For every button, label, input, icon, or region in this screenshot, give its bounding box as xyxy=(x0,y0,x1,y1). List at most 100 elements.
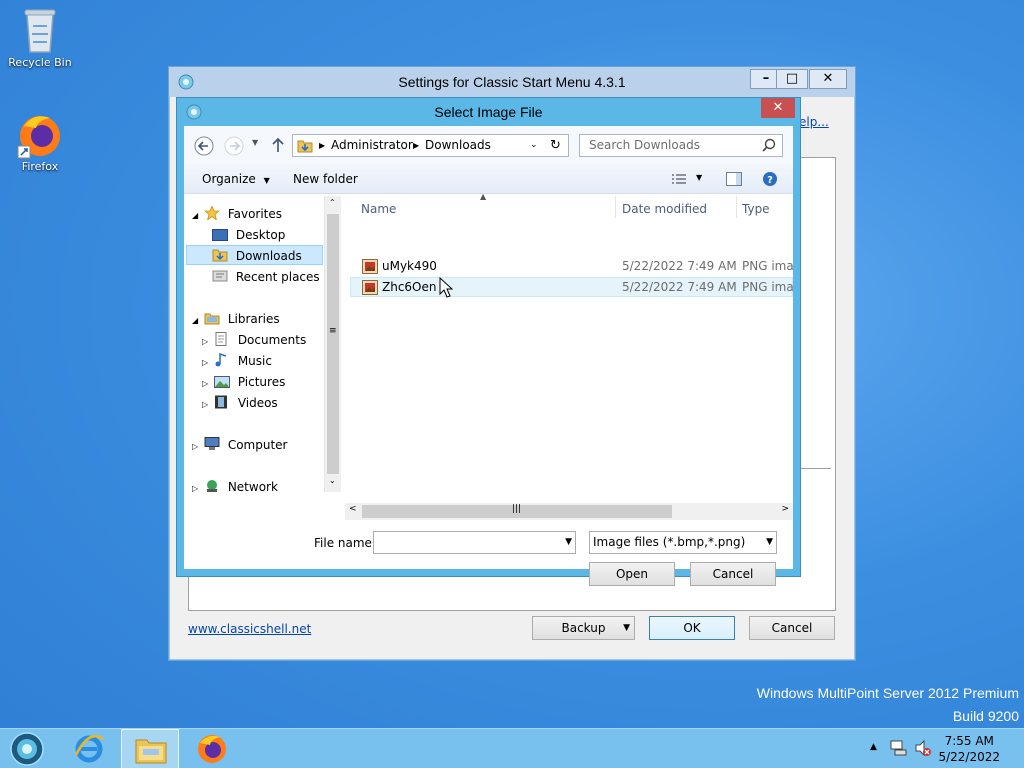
breadcrumb-administrator[interactable]: Administrator xyxy=(331,135,413,156)
file-row[interactable]: Zhc6Oen 5/22/2022 7:49 AM PNG image xyxy=(350,277,793,297)
open-button[interactable]: Open xyxy=(589,562,675,586)
tree-item-libraries[interactable]: ◢ Libraries xyxy=(192,309,280,329)
recent-locations-chevron-icon[interactable]: ▼ xyxy=(252,138,258,147)
filter-value: Image files (*.bmp,*.png) xyxy=(593,535,746,549)
show-hidden-icons-chevron-icon[interactable]: ▲ xyxy=(870,742,877,752)
up-arrow-icon[interactable] xyxy=(271,136,285,157)
tree-item-downloads[interactable]: Downloads xyxy=(186,245,323,265)
scrollbar-thumb[interactable]: ||| xyxy=(362,504,672,518)
dialog-close-button[interactable]: ✕ xyxy=(761,98,795,118)
file-list-hscrollbar[interactable]: < ||| > xyxy=(345,503,793,520)
computer-icon xyxy=(204,437,220,450)
start-button[interactable] xyxy=(0,729,58,768)
recent-places-icon xyxy=(212,269,228,282)
tree-label: Recent places xyxy=(235,270,320,284)
desktop: { "desktop": { "icons": [ {"label": "Rec… xyxy=(0,0,1024,768)
expanded-triangle-icon: ◢ xyxy=(192,316,199,325)
sort-ascending-icon: ▲ xyxy=(480,192,487,201)
file-date: 5/22/2022 7:49 AM xyxy=(622,259,737,273)
breadcrumb-downloads[interactable]: Downloads xyxy=(425,135,491,156)
tree-label: Documents xyxy=(237,333,307,347)
tree-item-favorites[interactable]: ◢ Favorites xyxy=(192,204,282,224)
tree-item-pictures[interactable]: ▷ Pictures xyxy=(202,372,285,392)
backup-button[interactable]: Backup ▼ xyxy=(532,616,635,640)
column-divider[interactable] xyxy=(615,196,616,218)
tree-item-documents[interactable]: ▷ Documents xyxy=(202,330,306,350)
svg-text:?: ? xyxy=(767,175,773,186)
maximize-button[interactable]: □ xyxy=(776,69,808,89)
column-divider[interactable] xyxy=(736,196,737,218)
tree-label: Favorites xyxy=(227,207,283,221)
network-status-icon[interactable] xyxy=(890,739,908,760)
tree-item-recent-places[interactable]: Recent places xyxy=(212,267,320,287)
file-type-filter-select[interactable]: Image files (*.bmp,*.png) ▼ xyxy=(589,531,777,554)
scroll-up-icon[interactable]: ⌃ xyxy=(329,198,336,207)
scroll-down-icon[interactable]: ⌄ xyxy=(329,476,336,485)
collapsed-triangle-icon: ▷ xyxy=(202,379,209,388)
dialog-title: Select Image File xyxy=(434,104,543,120)
search-input[interactable]: Search Downloads xyxy=(579,134,783,157)
system-clock[interactable]: 7:55 AM 5/22/2022 xyxy=(938,733,1000,765)
navigation-bar: ▼ ▶ Administrator ▶ Downloads ⌄ ↻ Search… xyxy=(184,126,793,164)
scrollbar-thumb[interactable]: ≡ xyxy=(327,214,339,474)
search-icon xyxy=(762,138,776,159)
taskbar-firefox[interactable] xyxy=(183,729,241,768)
taskbar-internet-explorer[interactable] xyxy=(60,729,118,768)
organize-button[interactable]: Organize ▼ xyxy=(202,172,270,186)
file-row[interactable]: uMyk490 5/22/2022 7:49 AM PNG image xyxy=(356,256,793,276)
downloads-folder-icon xyxy=(212,248,228,262)
dialog-titlebar[interactable]: Select Image File ✕ xyxy=(177,98,800,126)
internet-explorer-icon xyxy=(74,735,104,763)
address-bar[interactable]: ▶ Administrator ▶ Downloads ⌄ ↻ xyxy=(292,134,569,157)
back-arrow-icon[interactable] xyxy=(194,136,214,159)
collapsed-triangle-icon: ▷ xyxy=(202,337,209,346)
ok-button[interactable]: OK xyxy=(649,616,735,640)
chevron-down-icon[interactable]: ▼ xyxy=(565,532,572,553)
grip-icon: ≡ xyxy=(329,326,337,336)
backup-label: Backup xyxy=(561,621,606,635)
tree-item-music[interactable]: ▷ Music xyxy=(202,351,272,371)
tree-item-network[interactable]: ▷ Network xyxy=(192,477,278,497)
pictures-icon xyxy=(213,374,230,388)
view-chevron-icon[interactable]: ▼ xyxy=(696,173,702,182)
column-type[interactable]: Type xyxy=(742,202,770,216)
tree-item-desktop[interactable]: Desktop xyxy=(212,225,285,245)
forward-arrow-icon[interactable] xyxy=(224,136,244,159)
help-icon[interactable]: ? xyxy=(762,171,778,190)
chevron-down-icon[interactable]: ▼ xyxy=(766,532,773,553)
column-date-modified[interactable]: Date modified xyxy=(622,202,707,216)
settings-titlebar[interactable]: Settings for Classic Start Menu 4.3.1 – … xyxy=(169,67,855,97)
desktop-icon-firefox[interactable]: Firefox xyxy=(2,110,78,173)
address-dropdown-icon[interactable]: ⌄ xyxy=(530,135,538,156)
tree-label: Pictures xyxy=(237,375,286,389)
tree-item-computer[interactable]: ▷ Computer xyxy=(192,435,287,455)
scroll-left-icon[interactable]: < xyxy=(349,504,357,514)
taskbar-file-explorer[interactable] xyxy=(121,729,179,768)
divider xyxy=(801,468,831,469)
preview-pane-icon[interactable] xyxy=(726,172,742,189)
website-link[interactable]: www.classicshell.net xyxy=(188,622,311,636)
collapsed-triangle-icon: ▷ xyxy=(192,442,199,451)
file-name: uMyk490 xyxy=(382,259,437,273)
close-button[interactable]: ✕ xyxy=(809,69,847,89)
scroll-right-icon[interactable]: > xyxy=(781,504,789,514)
help-link[interactable]: elp... xyxy=(799,115,829,129)
column-name[interactable]: Name xyxy=(361,202,396,216)
tree-scrollbar[interactable]: ⌃ ≡ ⌄ xyxy=(324,196,341,492)
clock-time: 7:55 AM xyxy=(944,734,994,748)
refresh-icon[interactable]: ↻ xyxy=(550,135,561,156)
tree-label: Libraries xyxy=(227,312,280,326)
desktop-icon-recycle-bin[interactable]: Recycle Bin xyxy=(2,6,78,69)
start-orb-icon xyxy=(10,732,44,766)
file-name-input[interactable]: ▼ xyxy=(373,531,576,554)
new-folder-button[interactable]: New folder xyxy=(293,172,358,186)
chevron-down-icon: ▼ xyxy=(623,623,630,633)
cancel-button[interactable]: Cancel xyxy=(749,616,835,640)
volume-muted-icon[interactable] xyxy=(914,739,932,760)
network-icon xyxy=(204,479,220,492)
tree-item-videos[interactable]: ▷ Videos xyxy=(202,393,278,413)
build-watermark: Build 9200 xyxy=(952,708,1019,724)
collapsed-triangle-icon: ▷ xyxy=(202,400,209,409)
view-options-icon[interactable] xyxy=(671,173,687,188)
dialog-cancel-button[interactable]: Cancel xyxy=(690,562,776,586)
